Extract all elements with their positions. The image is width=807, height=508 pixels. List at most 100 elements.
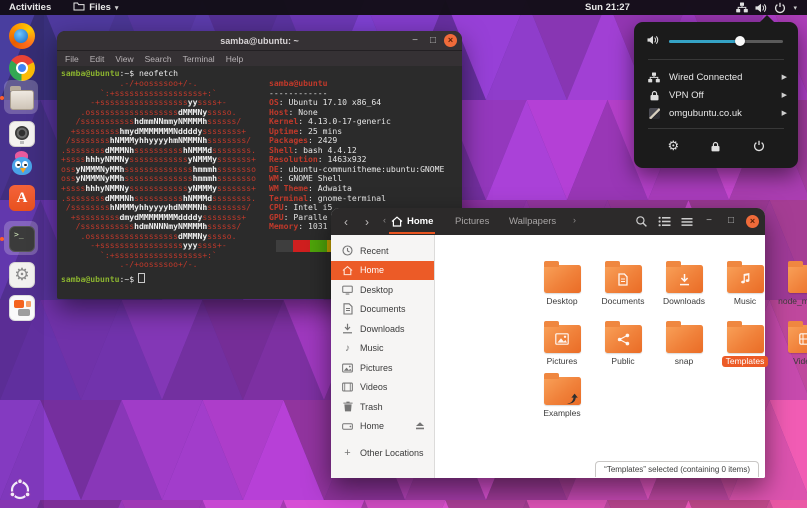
menu-item-omgubuntu-co-uk[interactable]: omgubuntu.co.uk▶	[634, 104, 798, 122]
search-icon[interactable]	[634, 215, 648, 228]
files-content: DesktopDocumentsDownloadsMusicnode_modul…	[435, 235, 765, 478]
back-button[interactable]: ‹	[337, 213, 355, 230]
folder-music[interactable]: Music	[716, 265, 774, 307]
sidebar-item-downloads[interactable]: Downloads	[331, 319, 434, 339]
volume-icon	[755, 3, 767, 13]
dock-item-files[interactable]	[2, 82, 42, 114]
folder-videos[interactable]: Videos	[777, 325, 807, 367]
pathbar-scroll-right-icon[interactable]: ›	[573, 215, 576, 225]
document-icon	[342, 303, 353, 315]
caret-down-icon: ▾	[115, 4, 119, 12]
pathbar-scroll-left-icon[interactable]: ‹	[383, 215, 386, 225]
folder-icon	[666, 265, 703, 293]
files-sidebar: RecentHomeDesktopDocumentsDownloads♪Musi…	[331, 235, 435, 478]
sidebar-item-recent[interactable]: Recent	[331, 241, 434, 261]
folder-templates[interactable]: Templates	[716, 325, 774, 367]
folder-public[interactable]: Public	[594, 325, 652, 367]
ubuntu-logo-icon	[8, 478, 32, 502]
top-bar: Activities Files ▾ Sun 21:27 ▾	[0, 0, 807, 15]
breadcrumb-wallpapers[interactable]: Wallpapers	[509, 208, 556, 234]
status-bar: “Templates” selected (containing 0 items…	[595, 461, 759, 477]
terminal-menu-help[interactable]: Help	[226, 54, 243, 64]
volume-slider[interactable]	[669, 40, 783, 43]
lock-screen-button[interactable]	[705, 135, 727, 157]
dock-item-speaker-app[interactable]	[2, 118, 42, 150]
sidebar-item-music[interactable]: ♪Music	[331, 339, 434, 359]
dock-item-firefox[interactable]	[2, 20, 42, 52]
dock-item-owl-app[interactable]	[2, 148, 42, 180]
lock-icon	[710, 141, 721, 152]
image-icon	[342, 363, 353, 373]
menu-item-wired-connected[interactable]: Wired Connected▶	[634, 68, 798, 86]
power-icon	[774, 2, 786, 14]
dock-item-software[interactable]	[2, 292, 42, 324]
power-icon	[753, 140, 765, 152]
folder-icon	[666, 325, 703, 353]
app-menu-files[interactable]: Files ▾	[73, 1, 118, 14]
folder-documents[interactable]: Documents	[594, 265, 652, 307]
minimize-button[interactable]: −	[408, 34, 422, 48]
terminal-menu-view[interactable]: View	[115, 54, 133, 64]
folder-desktop[interactable]: Desktop	[533, 265, 591, 307]
terminal-prompt: samba@ubuntu:~$	[61, 273, 145, 285]
list-view-icon[interactable]	[657, 215, 671, 228]
volume-slider-knob[interactable]	[735, 36, 745, 46]
gear-icon: ⚙	[668, 138, 680, 154]
breadcrumb-pictures[interactable]: Pictures	[455, 208, 489, 234]
software-icon	[9, 295, 35, 321]
active-crumb-underline	[389, 232, 435, 235]
clock[interactable]: Sun 21:27	[585, 0, 630, 15]
clock-icon	[342, 245, 353, 256]
palette-block	[310, 240, 327, 252]
sidebar-item-desktop[interactable]: Desktop	[331, 280, 434, 300]
terminal-menu-edit[interactable]: Edit	[90, 54, 105, 64]
share-emblem-icon	[605, 325, 642, 353]
forward-button[interactable]: ›	[358, 213, 376, 230]
power-button[interactable]	[748, 135, 770, 157]
folder-name: Downloads	[655, 297, 713, 307]
folder-snap[interactable]: snap	[655, 325, 713, 367]
terminal-menu-search[interactable]: Search	[145, 54, 172, 64]
settings-button[interactable]: ⚙	[662, 135, 684, 157]
terminal-menu-terminal[interactable]: Terminal	[183, 54, 215, 64]
terminal-titlebar[interactable]: samba@ubuntu: ~ − □ ×	[57, 31, 462, 51]
close-button[interactable]: ×	[746, 215, 759, 228]
palette-block	[293, 240, 310, 252]
folder-icon	[605, 325, 642, 353]
desktop-icon	[342, 285, 353, 295]
neofetch-ascii-art: .-/+oossssoo+/-. `:+ssssssssssssssssss+:…	[61, 79, 256, 270]
sidebar-item-videos[interactable]: Videos	[331, 378, 434, 398]
volume-icon	[647, 32, 659, 50]
music-note-icon: ♪	[342, 343, 353, 354]
sidebar-item-home[interactable]: Home	[331, 261, 434, 281]
dock-item-terminal[interactable]: >_	[2, 223, 42, 255]
maximize-button[interactable]: □	[724, 214, 738, 228]
app-menu-label: Files	[89, 2, 111, 13]
folder-pictures[interactable]: Pictures	[533, 325, 591, 367]
sidebar-item-other-locations[interactable]: +Other Locations	[331, 443, 434, 463]
folder-node_modules[interactable]: node_modules	[777, 265, 807, 307]
sidebar-item-home[interactable]: Home	[331, 417, 434, 437]
folder-downloads[interactable]: Downloads	[655, 265, 713, 307]
files-headerbar[interactable]: ‹ › ‹ Home Pictures Wallpapers › − □ ×	[331, 208, 765, 236]
system-tray[interactable]: ▾	[736, 0, 797, 15]
hamburger-menu-icon[interactable]	[680, 215, 694, 228]
eject-icon[interactable]	[415, 421, 425, 432]
close-button[interactable]: ×	[444, 34, 457, 47]
sidebar-item-documents[interactable]: Documents	[331, 300, 434, 320]
folder-examples[interactable]: Examples	[533, 377, 591, 419]
music-emblem-icon	[727, 265, 764, 293]
dock-item-settings[interactable]: ⚙	[2, 259, 42, 291]
sidebar-item-trash[interactable]: Trash	[331, 397, 434, 417]
dock-item-amazon[interactable]: A	[2, 182, 42, 214]
menu-item-vpn-off[interactable]: VPN Off▶	[634, 86, 798, 104]
minimize-button[interactable]: −	[702, 214, 716, 228]
activities-button[interactable]: Activities	[9, 2, 51, 13]
download-emblem-icon	[666, 265, 703, 293]
sidebar-item-pictures[interactable]: Pictures	[331, 358, 434, 378]
settings-icon: ⚙	[9, 262, 35, 288]
menu-separator	[648, 59, 784, 60]
terminal-menu-file[interactable]: File	[65, 54, 79, 64]
breadcrumb-home[interactable]: Home	[391, 208, 433, 234]
maximize-button[interactable]: □	[426, 34, 440, 48]
